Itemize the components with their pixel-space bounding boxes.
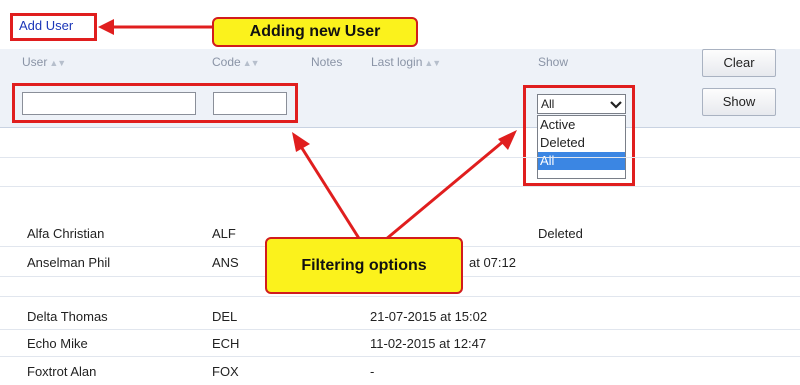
filter-arrows bbox=[292, 130, 517, 242]
callout-filtering-options-text: Filtering options bbox=[301, 257, 427, 274]
callout-filtering-options: Filtering options bbox=[265, 237, 463, 294]
